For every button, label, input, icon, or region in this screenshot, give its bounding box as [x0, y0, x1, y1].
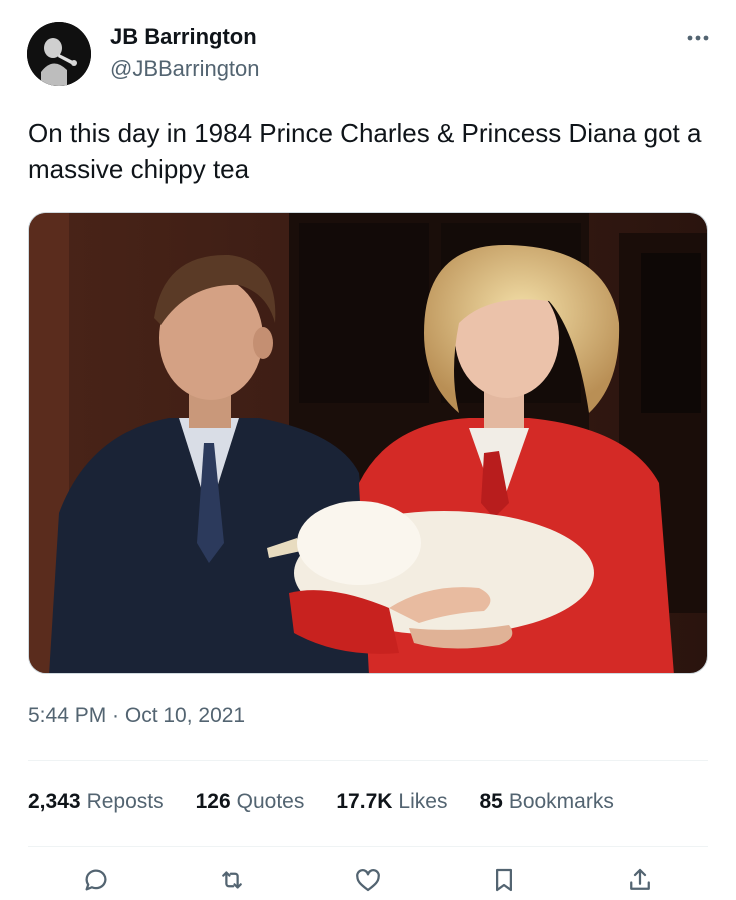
- bookmarks-count: 85: [479, 790, 503, 813]
- bookmarks-label: Bookmarks: [508, 790, 614, 813]
- reposts-count: 2,343: [28, 790, 81, 813]
- more-dots-icon: [687, 35, 709, 41]
- quotes-label: Quotes: [236, 790, 305, 813]
- bookmark-button[interactable]: [486, 862, 522, 898]
- tweet-timestamp[interactable]: 5:44 PM · Oct 10, 2021: [28, 704, 245, 728]
- quotes-stat[interactable]: 126 Quotes: [196, 790, 305, 814]
- action-bar: [28, 862, 708, 898]
- avatar[interactable]: [27, 22, 91, 86]
- reply-button[interactable]: [78, 862, 114, 898]
- bookmark-icon: [496, 868, 512, 892]
- like-button[interactable]: [350, 862, 386, 898]
- likes-label: Likes: [398, 790, 448, 813]
- share-icon: [630, 868, 650, 890]
- quotes-count: 126: [195, 790, 231, 813]
- bookmarks-stat[interactable]: 85 Bookmarks: [479, 790, 613, 814]
- avatar-photo: [27, 22, 91, 86]
- author-display-name[interactable]: JB Barrington: [110, 24, 257, 50]
- share-button[interactable]: [622, 862, 658, 898]
- photo-image: [29, 213, 707, 673]
- repost-icon: [222, 871, 242, 889]
- like-icon: [356, 869, 380, 892]
- engagement-stats: 2,343 Reposts 126 Quotes 17.7K Likes 85 Book…: [28, 790, 614, 814]
- reposts-stat[interactable]: 2,343 Reposts: [28, 790, 164, 814]
- likes-stat[interactable]: 17.7K Likes: [336, 790, 447, 814]
- tweet-text: On this day in 1984 Prince Charles & Pri…: [28, 118, 702, 184]
- likes-count: 17.7K: [336, 790, 393, 813]
- author-handle[interactable]: @JBBarrington: [110, 56, 260, 82]
- divider: [28, 846, 708, 847]
- more-options-button[interactable]: [684, 26, 712, 50]
- reply-icon: [85, 869, 107, 891]
- tweet-photo[interactable]: [28, 212, 708, 674]
- divider: [28, 760, 708, 761]
- reposts-label: Reposts: [86, 790, 164, 813]
- repost-button[interactable]: [214, 862, 250, 898]
